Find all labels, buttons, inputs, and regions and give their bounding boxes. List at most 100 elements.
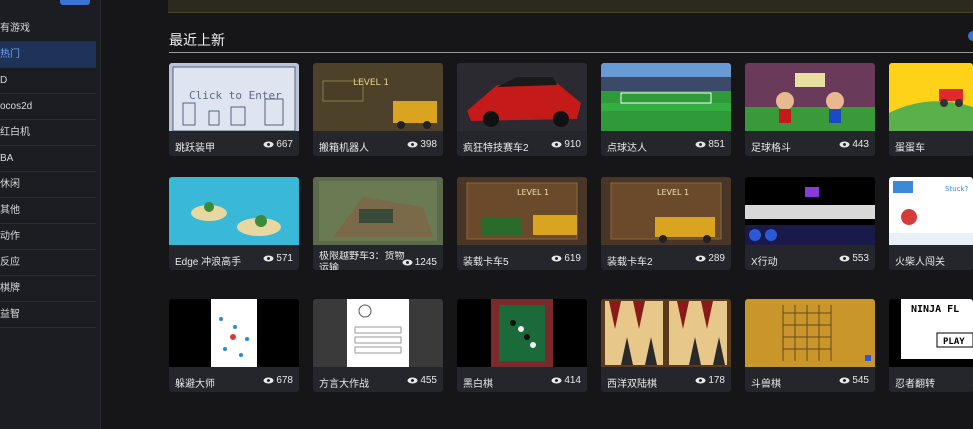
eye-icon: [839, 141, 850, 148]
view-count: 398: [407, 139, 437, 150]
game-title: 火柴人闯关: [895, 257, 945, 268]
game-thumbnail: [457, 299, 587, 367]
top-banner: [168, 0, 973, 13]
eye-icon: [263, 255, 274, 262]
sidebar-item-casual[interactable]: 休闲: [0, 172, 96, 198]
eye-icon: [695, 377, 706, 384]
game-title: 装载卡车5: [463, 257, 509, 268]
game-card[interactable]: 足球格斗 443: [745, 63, 875, 156]
game-thumbnail: NINJA FL PLAY: [889, 299, 973, 367]
view-count: 619: [551, 253, 581, 264]
sidebar-item-action[interactable]: 动作: [0, 224, 96, 250]
sidebar-item-cocos2d[interactable]: ocos2d: [0, 94, 96, 120]
view-count: 414: [551, 375, 581, 386]
sidebar-item-3d[interactable]: D: [0, 68, 96, 94]
game-title: 忍者翻转: [895, 379, 935, 390]
game-thumbnail: [889, 63, 973, 131]
view-count: 289: [695, 253, 725, 264]
view-count: 178: [695, 375, 725, 386]
game-title: 疯狂特技赛车2: [463, 143, 529, 154]
game-card[interactable]: 蛋蛋车: [889, 63, 973, 156]
game-title: X行动: [751, 257, 778, 268]
game-card[interactable]: LEVEL 1 搬箱机器人 398: [313, 63, 443, 156]
game-thumbnail: LEVEL 1: [601, 177, 731, 245]
sidebar-category-list: 有游戏 热门 D ocos2d 红白机 BA 休闲 其他 动作 反应 棋牌 益智: [0, 16, 96, 328]
thumb-text: Stuck?: [945, 185, 969, 193]
thumb-text: LEVEL 1: [517, 188, 549, 197]
thumb-text: Click to Enter: [189, 89, 282, 102]
section-divider: [169, 52, 973, 53]
sidebar-item-famicom[interactable]: 红白机: [0, 120, 96, 146]
game-card[interactable]: 点球达人 851: [601, 63, 731, 156]
sidebar-top-button[interactable]: [60, 0, 90, 5]
view-count: 1245: [402, 257, 437, 268]
thumb-text: LEVEL 1: [657, 188, 689, 197]
game-title: 黑白棋: [463, 379, 493, 390]
thumb-text: LEVEL 1: [353, 78, 389, 88]
game-card[interactable]: 斗兽棋 545: [745, 299, 875, 392]
view-count: 553: [839, 253, 869, 264]
game-card[interactable]: 黑白棋 414: [457, 299, 587, 392]
eye-icon: [695, 255, 706, 262]
game-title: 西洋双陆棋: [607, 379, 657, 390]
sidebar-item-puzzle[interactable]: 益智: [0, 302, 96, 328]
more-dot-icon[interactable]: [968, 31, 973, 41]
sidebar-item-hot[interactable]: 热门: [0, 42, 96, 68]
game-title: 极限越野车3：货物运输: [319, 251, 405, 270]
sidebar-item-all[interactable]: 有游戏: [0, 16, 96, 42]
game-card[interactable]: Edge 冲浪高手 571: [169, 177, 299, 270]
section-title: 最近上新: [169, 32, 225, 48]
view-count: 910: [551, 139, 581, 150]
game-thumbnail: Stuck?: [889, 177, 973, 245]
game-card[interactable]: 西洋双陆棋 178: [601, 299, 731, 392]
eye-icon: [839, 377, 850, 384]
game-card[interactable]: LEVEL 1 装载卡车5 619: [457, 177, 587, 270]
view-count: 851: [695, 139, 725, 150]
game-thumbnail: [601, 299, 731, 367]
game-thumbnail: [169, 177, 299, 245]
eye-icon: [695, 141, 706, 148]
sidebar-item-other[interactable]: 其他: [0, 198, 96, 224]
view-count: 545: [839, 375, 869, 386]
game-thumbnail: LEVEL 1: [313, 63, 443, 131]
game-thumbnail: [169, 299, 299, 367]
game-thumbnail: [313, 177, 443, 245]
game-card[interactable]: 躲避大师 678: [169, 299, 299, 392]
game-title: 斗兽棋: [751, 379, 781, 390]
view-count: 455: [407, 375, 437, 386]
game-card[interactable]: 极限越野车3：货物运输 1245: [313, 177, 443, 270]
thumb-text: NINJA FL: [911, 304, 959, 315]
game-card[interactable]: 疯狂特技赛车2 910: [457, 63, 587, 156]
view-count: 678: [263, 375, 293, 386]
game-title: 躲避大师: [175, 379, 215, 390]
game-card[interactable]: X行动 553: [745, 177, 875, 270]
game-card[interactable]: LEVEL 1 装载卡车2 289: [601, 177, 731, 270]
view-count: 571: [263, 253, 293, 264]
eye-icon: [839, 255, 850, 262]
game-thumbnail: [457, 63, 587, 131]
game-thumbnail: LEVEL 1: [457, 177, 587, 245]
sidebar-item-board[interactable]: 棋牌: [0, 276, 96, 302]
main-content: 最近上新 Click to Enter 跳跃装甲 667 LEVEL 1 搬箱机…: [100, 0, 973, 429]
eye-icon: [402, 259, 413, 266]
game-title: 点球达人: [607, 143, 647, 154]
game-title: 蛋蛋车: [895, 143, 925, 154]
game-title: 装载卡车2: [607, 257, 653, 268]
game-thumbnail: [745, 63, 875, 131]
game-card[interactable]: Stuck? 火柴人闯关: [889, 177, 973, 270]
game-title: 跳跃装甲: [175, 143, 215, 154]
game-card[interactable]: 方言大作战 455: [313, 299, 443, 392]
eye-icon: [551, 141, 562, 148]
game-title: 方言大作战: [319, 379, 369, 390]
game-thumbnail: Click to Enter: [169, 63, 299, 131]
game-thumbnail: [313, 299, 443, 367]
game-card[interactable]: Click to Enter 跳跃装甲 667: [169, 63, 299, 156]
game-thumbnail: [745, 177, 875, 245]
eye-icon: [263, 377, 274, 384]
game-thumbnail: [601, 63, 731, 131]
thumb-text: PLAY: [943, 337, 965, 347]
game-card[interactable]: NINJA FL PLAY 忍者翻转: [889, 299, 973, 392]
sidebar-item-reaction[interactable]: 反应: [0, 250, 96, 276]
sidebar-item-gba[interactable]: BA: [0, 146, 96, 172]
sidebar: 有游戏 热门 D ocos2d 红白机 BA 休闲 其他 动作 反应 棋牌 益智: [0, 0, 101, 429]
